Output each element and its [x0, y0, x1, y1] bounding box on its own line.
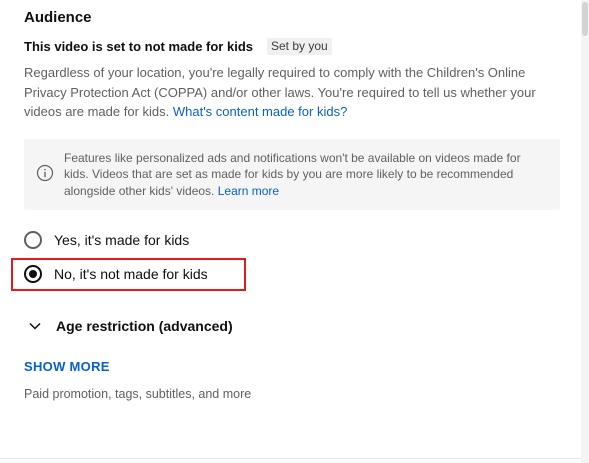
age-restriction-label: Age restriction (advanced)	[56, 318, 233, 334]
radio-label-yes: Yes, it's made for kids	[54, 232, 190, 248]
info-circle-icon	[36, 164, 54, 182]
age-restriction-toggle[interactable]: Age restriction (advanced)	[28, 316, 233, 336]
learn-more-link[interactable]: Learn more	[218, 184, 279, 198]
coppa-description: Regardless of your location, you're lega…	[24, 63, 554, 122]
scrollbar[interactable]	[581, 0, 589, 463]
status-badge: Set by you	[267, 37, 332, 55]
radio-button-yes[interactable]	[24, 231, 42, 249]
divider	[0, 458, 581, 459]
chevron-down-icon	[29, 322, 41, 330]
made-for-kids-link[interactable]: What's content made for kids?	[173, 104, 347, 119]
audience-panel: Audience This video is set to not made f…	[0, 0, 589, 463]
section-title: Audience	[24, 9, 92, 26]
selection-highlight	[11, 258, 246, 291]
info-box: Features like personalized ads and notif…	[24, 139, 560, 210]
radio-option-yes[interactable]: Yes, it's made for kids	[24, 229, 189, 251]
info-text: Features like personalized ads and notif…	[64, 151, 521, 198]
audience-status: This video is set to not made for kids S…	[24, 37, 332, 55]
show-more-description: Paid promotion, tags, subtitles, and mor…	[24, 387, 252, 401]
status-text: This video is set to not made for kids	[24, 38, 253, 54]
show-more-button[interactable]: SHOW MORE	[24, 359, 110, 374]
scrollbar-thumb[interactable]	[582, 2, 588, 36]
info-text-block: Features like personalized ads and notif…	[64, 150, 546, 199]
